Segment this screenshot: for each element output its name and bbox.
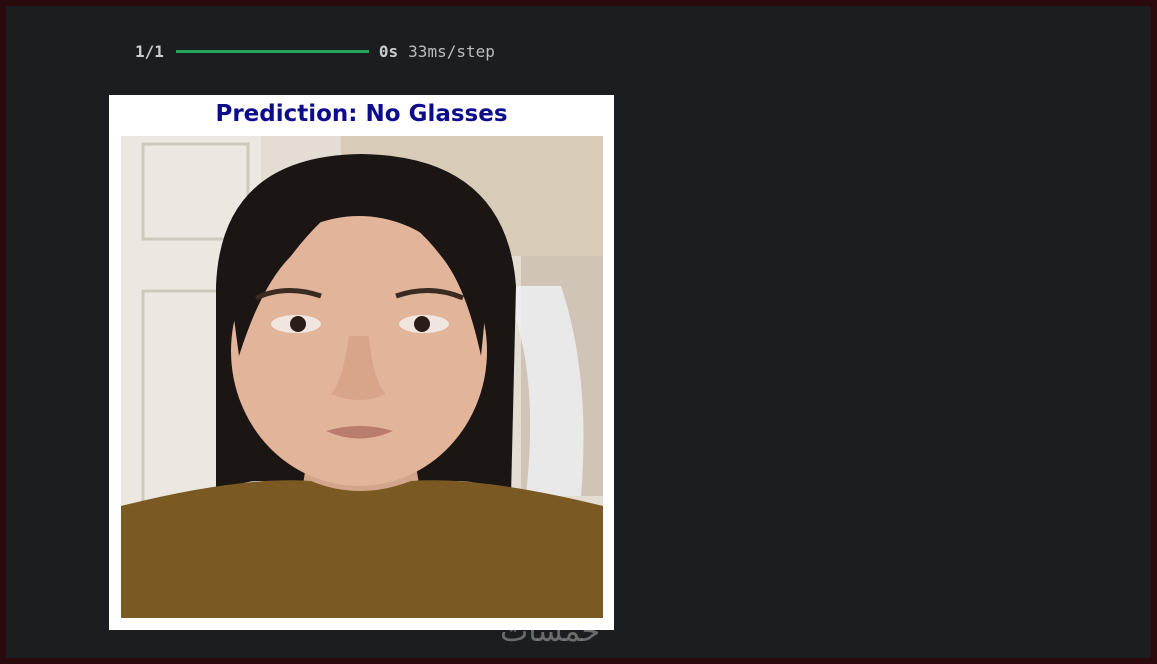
- step-count: 1/1: [135, 41, 164, 61]
- prediction-figure: Prediction: No Glasses: [109, 95, 614, 630]
- progress-bar-fill: [175, 49, 369, 53]
- step-rate: 33ms/step: [408, 41, 495, 61]
- progress-bar: [175, 49, 369, 53]
- elapsed-time: 0s: [378, 41, 399, 61]
- watermark-logo: خمسات: [500, 614, 601, 649]
- portrait-photo: [121, 136, 603, 618]
- portrait-illustration: [121, 136, 603, 618]
- figure-title: Prediction: No Glasses: [215, 101, 508, 127]
- progress-line: 1/1 0s 33ms/step: [135, 35, 495, 67]
